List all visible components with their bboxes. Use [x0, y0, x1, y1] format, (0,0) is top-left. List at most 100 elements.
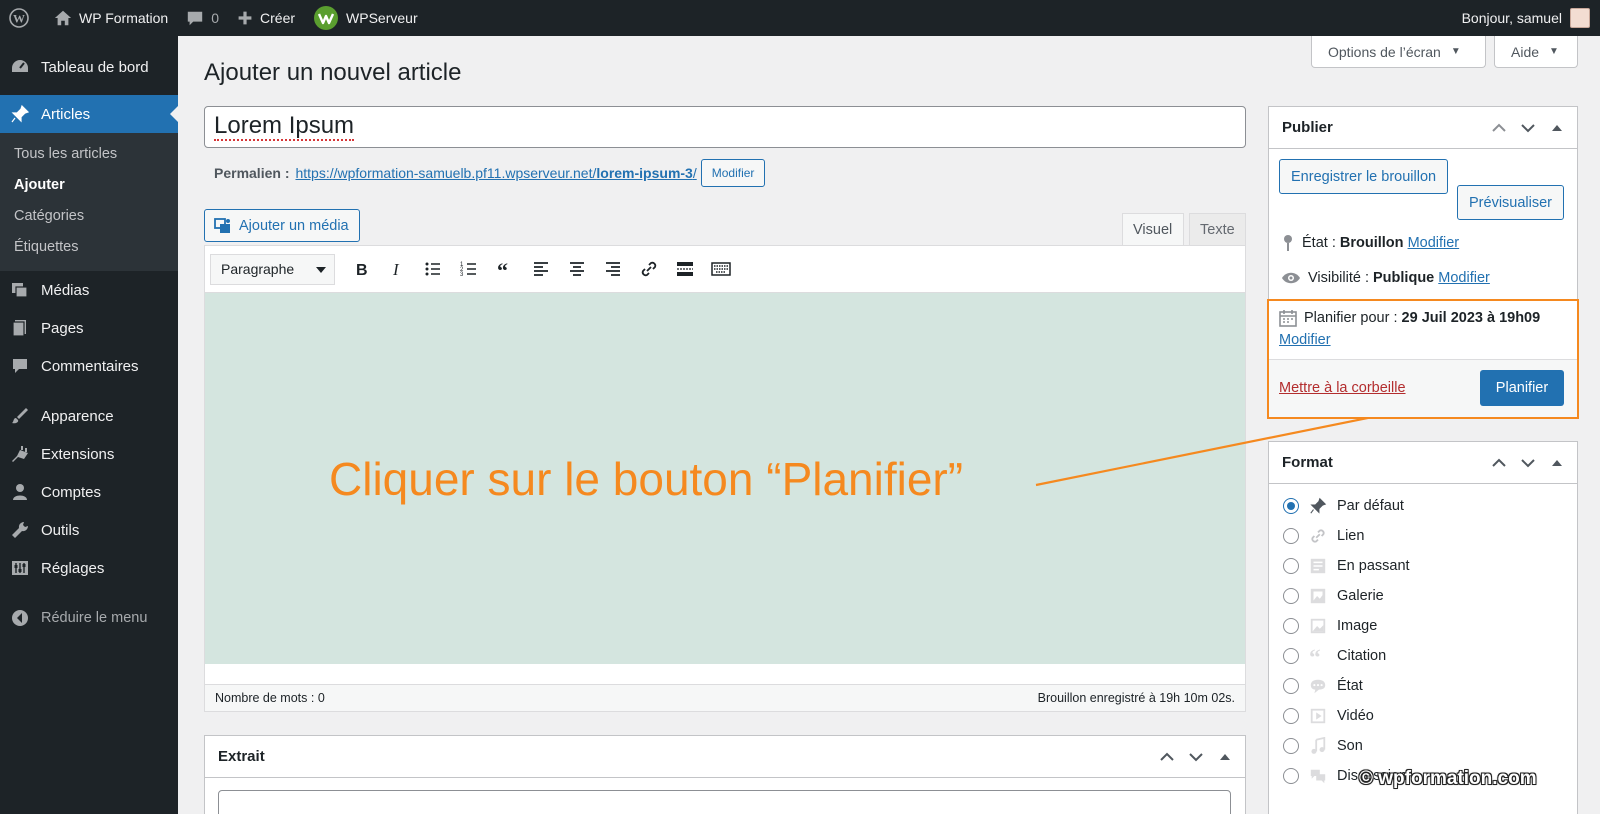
schedule-button[interactable]: Planifier: [1480, 370, 1564, 406]
format-option-standard[interactable]: Par défaut: [1283, 491, 1404, 521]
collapse-arrow-icon: [12, 610, 28, 626]
toggle-panel-icon[interactable]: [1210, 742, 1239, 772]
tab-text[interactable]: Texte: [1189, 213, 1246, 246]
edit-visibility-link[interactable]: Modifier: [1438, 270, 1490, 286]
add-media-button[interactable]: Ajouter un média: [204, 209, 360, 242]
move-down-icon[interactable]: [1181, 742, 1210, 772]
menu-accounts[interactable]: Comptes: [0, 473, 178, 511]
keyboard-icon: [711, 262, 731, 276]
video-icon: [1308, 706, 1328, 726]
post-title-input[interactable]: Lorem Ipsum: [204, 106, 1246, 148]
submenu-all-posts[interactable]: Tous les articles: [0, 139, 178, 170]
screen-options-button[interactable]: Options de l’écran ▼: [1311, 36, 1486, 68]
insert-link-button[interactable]: [631, 254, 667, 285]
radio-button[interactable]: [1283, 648, 1299, 664]
move-up-icon[interactable]: [1484, 448, 1513, 478]
italic-button[interactable]: I: [379, 254, 415, 285]
toggle-panel-icon[interactable]: [1542, 448, 1571, 478]
account-menu[interactable]: Bonjour, samuel: [1462, 8, 1600, 28]
format-option-video[interactable]: Vidéo: [1283, 701, 1374, 731]
format-select[interactable]: Paragraphe: [210, 253, 335, 285]
radio-button[interactable]: [1283, 618, 1299, 634]
menu-pages-label: Pages: [41, 319, 84, 337]
quote-icon: “: [497, 259, 508, 279]
toolbar-toggle-button[interactable]: [703, 254, 739, 285]
move-up-icon[interactable]: [1484, 113, 1513, 143]
menu-articles-label: Articles: [41, 105, 91, 123]
submenu-tags[interactable]: Étiquettes: [0, 232, 178, 263]
help-button[interactable]: Aide ▼: [1494, 36, 1578, 68]
radio-button[interactable]: [1283, 678, 1299, 694]
permalink-url[interactable]: https://wpformation-samuelb.pf11.wpserve…: [295, 165, 696, 181]
align-right-icon: [606, 262, 620, 276]
menu-pages[interactable]: Pages: [0, 309, 178, 347]
format-option-gallery[interactable]: Galerie: [1283, 581, 1384, 611]
articles-submenu: Tous les articles Ajouter Catégories Éti…: [0, 133, 178, 271]
edit-schedule-link[interactable]: Modifier: [1279, 332, 1331, 348]
menu-extensions[interactable]: Extensions: [0, 435, 178, 473]
comments-link[interactable]: 0: [177, 0, 228, 36]
radio-button[interactable]: [1283, 588, 1299, 604]
status-value: Brouillon: [1339, 235, 1404, 251]
format-option-status[interactable]: État: [1283, 671, 1363, 701]
menu-dashboard[interactable]: Tableau de bord: [0, 45, 178, 89]
read-more-button[interactable]: [667, 254, 703, 285]
plus-icon: [238, 11, 252, 25]
edit-status-link[interactable]: Modifier: [1408, 235, 1460, 251]
format-option-image[interactable]: Image: [1283, 611, 1377, 641]
move-down-icon[interactable]: [1513, 448, 1542, 478]
excerpt-box: Extrait: [204, 735, 1246, 814]
radio-button[interactable]: [1283, 498, 1299, 514]
help-label: Aide: [1511, 43, 1540, 60]
dashboard-icon: [12, 60, 28, 72]
format-option-aside[interactable]: En passant: [1283, 551, 1410, 581]
add-media-label: Ajouter un média: [239, 217, 349, 234]
menu-appearance[interactable]: Apparence: [0, 397, 178, 435]
editor-toolbar: Paragraphe B I 123 “: [205, 246, 1245, 293]
bullet-list-button[interactable]: [415, 254, 451, 285]
italic-icon: I: [392, 260, 400, 279]
post-status-row: État : Brouillon Modifier: [1281, 233, 1459, 253]
numbered-list-button[interactable]: 123: [451, 254, 487, 285]
tab-visual[interactable]: Visuel: [1122, 213, 1184, 246]
align-left-icon: [534, 262, 548, 276]
toggle-panel-icon[interactable]: [1542, 113, 1571, 143]
menu-settings[interactable]: Réglages: [0, 549, 178, 587]
menu-tools[interactable]: Outils: [0, 511, 178, 549]
new-content-link[interactable]: Créer: [228, 0, 304, 36]
align-center-button[interactable]: [559, 254, 595, 285]
menu-media[interactable]: Médias: [0, 271, 178, 309]
move-to-trash-link[interactable]: Mettre à la corbeille: [1279, 380, 1406, 396]
blockquote-button[interactable]: “: [487, 254, 523, 285]
submenu-add-new[interactable]: Ajouter: [0, 170, 178, 201]
align-left-button[interactable]: [523, 254, 559, 285]
preview-button[interactable]: Prévisualiser: [1457, 185, 1564, 220]
radio-button[interactable]: [1283, 558, 1299, 574]
radio-button[interactable]: [1283, 768, 1299, 784]
save-draft-button[interactable]: Enregistrer le brouillon: [1279, 159, 1449, 194]
format-option-link[interactable]: Lien: [1283, 521, 1364, 551]
radio-button[interactable]: [1283, 528, 1299, 544]
schedule-value: 29 Juil 2023 à 19h09: [1401, 310, 1541, 326]
format-option-quote[interactable]: “ Citation: [1283, 641, 1386, 671]
move-up-icon[interactable]: [1152, 742, 1181, 772]
submenu-categories[interactable]: Catégories: [0, 201, 178, 232]
wpserveur-link[interactable]: WPServeur: [304, 0, 427, 36]
wordpress-logo-icon[interactable]: W: [0, 0, 45, 36]
menu-articles[interactable]: Articles: [0, 95, 178, 133]
menu-media-label: Médias: [41, 281, 90, 299]
radio-button[interactable]: [1283, 738, 1299, 754]
format-option-label: Citation: [1337, 648, 1387, 664]
svg-text:“: “: [1309, 647, 1321, 665]
bold-button[interactable]: B: [343, 254, 379, 285]
excerpt-textarea[interactable]: [218, 790, 1231, 814]
format-option-audio[interactable]: Son: [1283, 731, 1363, 761]
edit-permalink-button[interactable]: Modifier: [700, 159, 766, 187]
align-right-button[interactable]: [595, 254, 631, 285]
paintbrush-icon: [12, 408, 28, 424]
radio-button[interactable]: [1283, 708, 1299, 724]
menu-comments[interactable]: Commentaires: [0, 347, 178, 385]
site-name-link[interactable]: WP Formation: [45, 0, 177, 36]
move-down-icon[interactable]: [1513, 113, 1542, 143]
collapse-menu-button[interactable]: Réduire le menu: [0, 599, 178, 637]
